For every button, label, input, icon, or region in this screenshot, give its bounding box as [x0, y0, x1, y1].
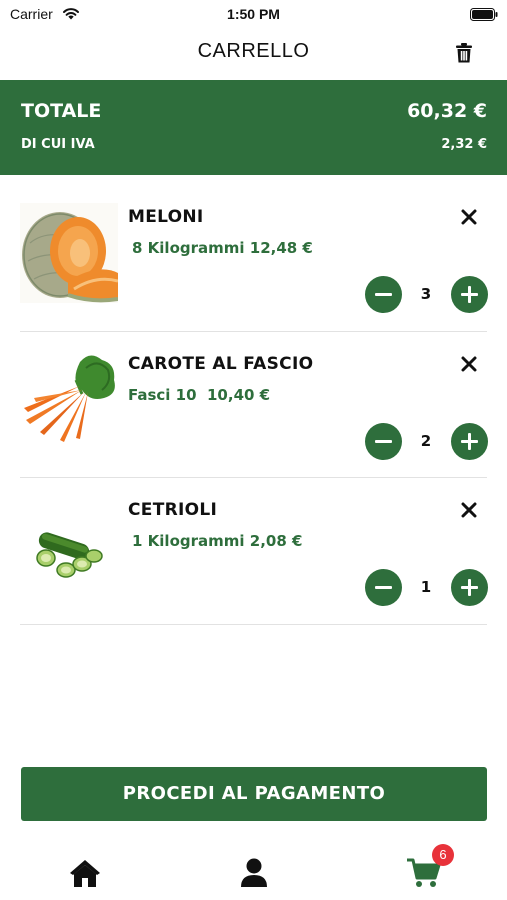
close-icon — [461, 356, 477, 371]
item-name: CETRIOLI — [128, 500, 218, 520]
close-icon — [461, 209, 477, 225]
battery-icon — [470, 8, 498, 21]
cart-totals-panel: TOTALE 60,32 € DI CUI IVA 2,32 € — [0, 80, 507, 175]
quantity-value: 2 — [420, 431, 432, 450]
vat-value: 2,32 € — [441, 137, 487, 152]
decrease-quantity-button[interactable] — [365, 569, 402, 606]
cucumber-image — [20, 496, 118, 596]
cart-list: MELONI 8 Kilogrammi 12,48 € 3 CAROTE AL … — [0, 185, 507, 625]
cart-item: MELONI 8 Kilogrammi 12,48 € 3 — [0, 185, 507, 332]
user-icon — [241, 858, 267, 887]
remove-item-button[interactable] — [459, 500, 479, 520]
clear-cart-button[interactable] — [454, 42, 474, 64]
increase-quantity-button[interactable] — [451, 422, 488, 460]
vat-label: DI CUI IVA — [21, 137, 95, 152]
close-icon — [461, 502, 477, 518]
remove-item-button[interactable] — [459, 354, 479, 374]
home-icon — [70, 860, 100, 887]
melon-image — [20, 203, 118, 303]
item-name: MELONI — [128, 207, 204, 227]
total-value: 60,32 € — [407, 100, 487, 122]
cart-item: CETRIOLI 1 Kilogrammi 2,08 € 1 — [0, 478, 507, 625]
increase-quantity-button[interactable] — [451, 276, 488, 313]
item-detail: 1 Kilogrammi 2,08 € — [132, 532, 303, 550]
quantity-value: 3 — [420, 285, 432, 303]
decrease-quantity-button[interactable] — [365, 276, 402, 313]
total-label: TOTALE — [21, 100, 102, 122]
item-detail: 8 Kilogrammi 12,48 € — [132, 239, 313, 257]
increase-quantity-button[interactable] — [451, 569, 488, 606]
page-title: CARRELLO — [197, 40, 310, 62]
cart-item: CAROTE AL FASCIO Fasci 10 10,40 € 2 — [0, 332, 507, 479]
cart-count-badge: 6 — [432, 844, 454, 866]
status-time: 1:50 PM — [227, 6, 280, 22]
quantity-value: 1 — [420, 578, 432, 596]
item-name: CAROTE AL FASCIO — [128, 353, 314, 374]
item-detail: Fasci 10 10,40 € — [128, 385, 271, 404]
checkout-button[interactable]: PROCEDI AL PAGAMENTO — [21, 767, 487, 821]
tab-home[interactable] — [68, 857, 102, 889]
status-bar: Carrier 1:50 PM — [0, 0, 507, 30]
trash-icon — [456, 43, 472, 63]
tab-profile[interactable] — [240, 857, 268, 889]
carrots-image — [20, 349, 118, 450]
remove-item-button[interactable] — [459, 207, 479, 227]
decrease-quantity-button[interactable] — [365, 422, 402, 460]
